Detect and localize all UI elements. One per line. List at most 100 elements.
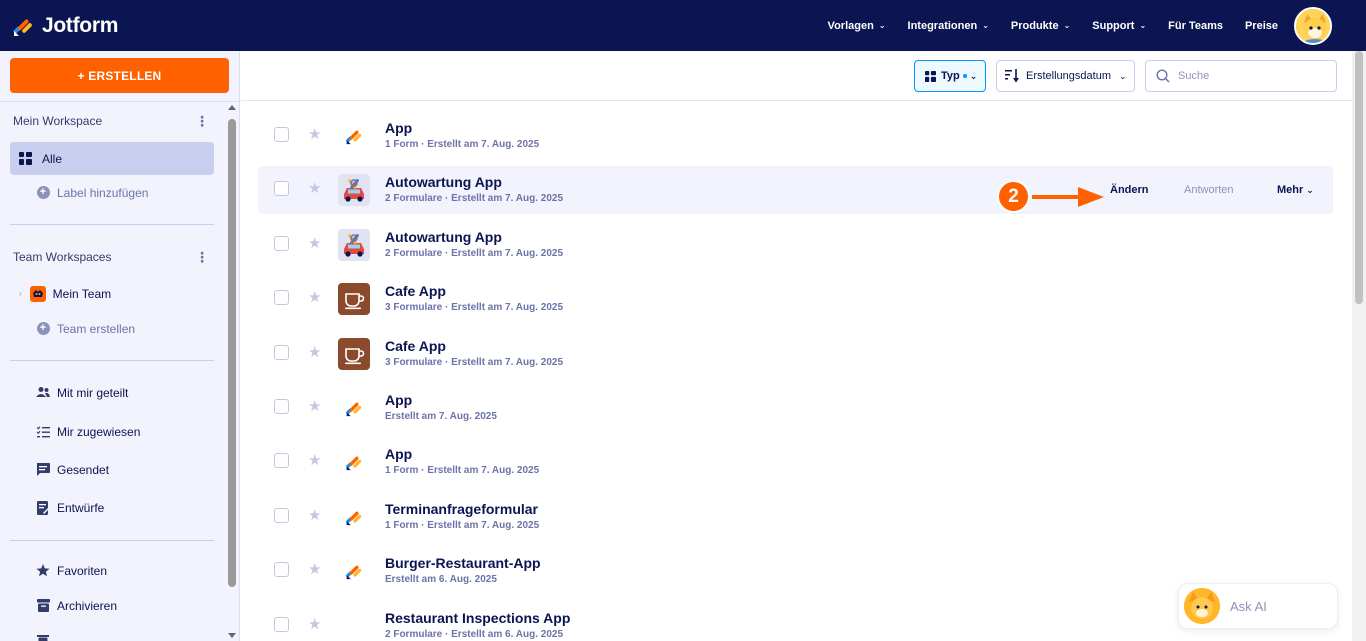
sidebar-item-mein-team[interactable]: › Mein Team (10, 277, 214, 310)
nav-support[interactable]: Support ⌄ (1092, 20, 1146, 32)
sort-button[interactable]: Erstellungsdatum ⌄ (996, 60, 1135, 92)
row-checkbox[interactable] (274, 398, 289, 414)
row-checkbox[interactable] (274, 507, 289, 523)
team-workspaces-title: Team Workspaces (13, 250, 112, 264)
app-title[interactable]: Autowartung App (385, 174, 502, 190)
list-item[interactable]: ★ App 1 Form · Erstellt am 7. Aug. 2025 (258, 438, 1333, 486)
favorite-star-icon[interactable]: ★ (308, 506, 321, 524)
list-item[interactable]: ★ App Erstellt am 7. Aug. 2025 (258, 384, 1333, 432)
sidebar-item-sent[interactable]: Gesendet (10, 453, 214, 486)
sidebar-item-archive[interactable]: Archivieren (10, 589, 214, 622)
divider (10, 540, 214, 541)
jotform-logo[interactable]: Jotform (12, 14, 118, 38)
coffee-cup-icon (338, 337, 370, 370)
nav-integrationen[interactable]: Integrationen ⌄ (908, 20, 989, 32)
list-item[interactable]: ★ Autowartung App 2 Formulare · Erstellt a… (258, 221, 1333, 269)
sidebar-item-assigned[interactable]: Mir zugewiesen (10, 415, 214, 448)
favorite-star-icon[interactable]: ★ (308, 125, 321, 143)
workspace-title: Mein Workspace (13, 114, 103, 128)
chevron-down-icon: ⌄ (982, 21, 989, 30)
row-checkbox[interactable] (274, 344, 289, 360)
star-icon (36, 564, 50, 578)
favorite-star-icon[interactable]: ★ (308, 397, 321, 415)
chevron-down-icon: ⌄ (878, 21, 886, 30)
favorite-star-icon[interactable]: ★ (308, 451, 321, 469)
app-title[interactable]: Cafe App (385, 283, 446, 299)
row-checkbox[interactable] (274, 616, 289, 632)
scroll-up-arrow-icon[interactable] (228, 105, 236, 110)
app-title[interactable]: Terminanfrageformular (385, 501, 538, 517)
app-meta: 2 Formulare · Erstellt am 7. Aug. 2025 (385, 247, 564, 259)
coffee-cup-icon (338, 283, 370, 316)
create-team-button[interactable]: + Team erstellen (10, 312, 214, 345)
row-checkbox[interactable] (274, 290, 289, 306)
favorite-star-icon[interactable]: ★ (308, 179, 321, 197)
list-item[interactable]: ★ Terminanfrageformular 1 Form · Erstellt … (258, 493, 1333, 541)
sidebar-scrollbar-thumb[interactable] (228, 119, 236, 587)
sidebar-item-favorites[interactable]: Favoriten (10, 554, 214, 587)
page-scrollbar-thumb[interactable] (1355, 51, 1363, 304)
sidebar-item-alle[interactable]: Alle (10, 142, 214, 175)
page-scrollbar[interactable] (1352, 51, 1366, 641)
nav-vorlagen[interactable]: Vorlagen ⌄ (828, 20, 886, 32)
app-meta: 2 Formulare · Erstellt am 7. Aug. 2025 (385, 193, 564, 205)
favorite-star-icon[interactable]: ★ (308, 234, 321, 252)
nav-label: Integrationen (907, 19, 978, 32)
list-item[interactable]: ★ Cafe App 3 Formulare · Erstellt am 7. Au… (258, 275, 1333, 323)
kebab-menu-icon[interactable]: ⋮ (195, 114, 209, 128)
responses-button[interactable]: Antworten (1184, 184, 1234, 196)
chevron-right-icon[interactable]: › (19, 289, 22, 298)
app-title[interactable]: Burger-Restaurant-App (385, 555, 541, 571)
edit-button[interactable]: Ändern (1110, 184, 1149, 196)
app-title[interactable]: App (385, 446, 412, 462)
search-box[interactable] (1145, 60, 1337, 92)
list-item[interactable]: ★ Cafe App 3 Formulare · Erstellt am 7. Au… (258, 330, 1333, 378)
nav-fuer-teams[interactable]: Für Teams (1168, 20, 1223, 32)
favorite-star-icon[interactable]: ★ (308, 615, 321, 633)
favorite-star-icon[interactable]: ★ (308, 343, 321, 361)
list-item[interactable]: ★ App 1 Form · Erstellt am 7. Aug. 2025 (258, 112, 1333, 160)
nav-preise[interactable]: Preise (1245, 20, 1278, 32)
app-title[interactable]: Autowartung App (385, 229, 502, 245)
sidebar: + ERSTELLEN Mein Workspace ⋮ Alle + Labe… (0, 51, 240, 641)
app-meta: 3 Formulare · Erstellt am 7. Aug. 2025 (385, 356, 564, 368)
kebab-menu-icon[interactable]: ⋮ (195, 250, 209, 264)
user-avatar[interactable] (1294, 7, 1332, 45)
add-label-button[interactable]: + Label hinzufügen (10, 176, 214, 209)
app-title[interactable]: App (385, 120, 412, 136)
favorite-star-icon[interactable]: ★ (308, 288, 321, 306)
row-checkbox[interactable] (274, 181, 289, 197)
create-button[interactable]: + ERSTELLEN (10, 58, 229, 93)
row-checkbox[interactable] (274, 453, 289, 469)
sidebar-item-shared[interactable]: Mit mir geteilt (10, 376, 214, 409)
sidebar-item-label: Favoriten (57, 563, 108, 578)
jotform-logo-icon (338, 555, 370, 587)
sidebar-item-drafts[interactable]: Entwürfe (10, 491, 214, 524)
plus-circle-icon: + (36, 322, 50, 336)
list-item[interactable]: ★ Burger-Restaurant-App Erstellt am 6. Aug… (258, 547, 1333, 595)
row-checkbox[interactable] (274, 562, 289, 578)
list-item[interactable]: ★ Autowartung App 2 Formulare · Erstellt a… (258, 166, 1333, 215)
scroll-down-arrow-icon[interactable] (228, 633, 236, 638)
sidebar-item-trash-partial[interactable] (10, 625, 214, 641)
app-title[interactable]: App (385, 392, 412, 408)
sidebar-scrollbar[interactable] (226, 102, 238, 641)
jotform-logo-icon (338, 120, 370, 152)
chevron-down-icon: ⌄ (1063, 21, 1071, 30)
chat-icon (36, 463, 50, 477)
more-button[interactable]: Mehr ⌄ (1277, 184, 1314, 196)
divider (10, 360, 214, 361)
row-checkbox[interactable] (274, 235, 289, 251)
type-filter-button[interactable]: Typ ⌄ (914, 60, 986, 92)
app-title[interactable]: Restaurant Inspections App (385, 610, 570, 626)
favorite-star-icon[interactable]: ★ (308, 560, 321, 578)
app-title[interactable]: Cafe App (385, 338, 446, 354)
nav-produkte[interactable]: Produkte ⌄ (1011, 20, 1070, 32)
ask-ai-button[interactable]: Ask AI (1178, 583, 1338, 629)
type-filter-label: Typ (941, 70, 960, 82)
list-item[interactable]: ★ Restaurant Inspections App 2 Formulare ·… (258, 602, 1333, 641)
row-checkbox[interactable] (274, 127, 289, 142)
sidebar-item-label: Label hinzufügen (57, 185, 149, 200)
search-input[interactable] (1178, 70, 1328, 82)
jotform-logo-icon (338, 392, 370, 424)
